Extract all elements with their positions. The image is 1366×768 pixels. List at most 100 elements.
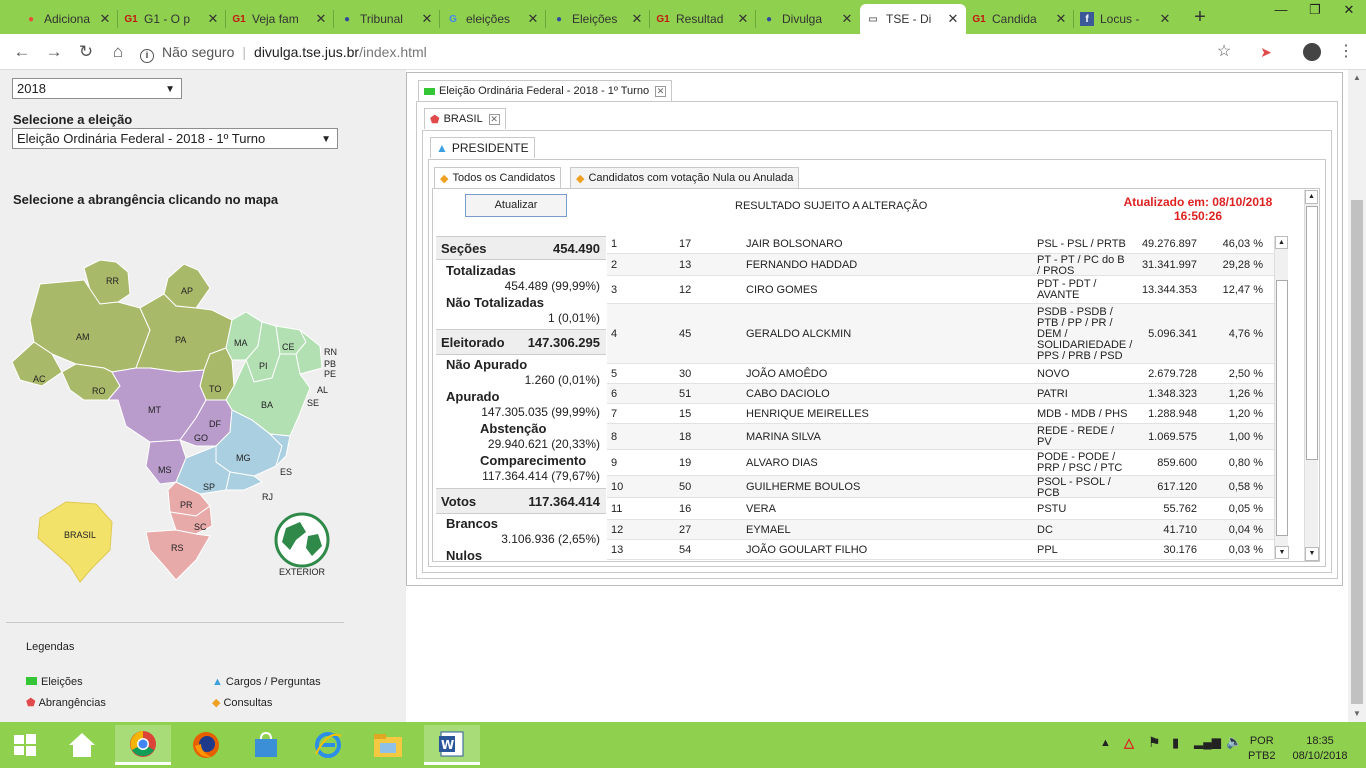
table-row[interactable]: 5 30 JOÃO AMOÊDO NOVO 2.679.728 2,50 % [607, 364, 1275, 384]
restore-button[interactable]: ❐ [1298, 0, 1332, 24]
state-label-mg[interactable]: MG [236, 453, 251, 463]
profile-avatar[interactable] [1303, 43, 1321, 61]
table-row[interactable]: 7 15 HENRIQUE MEIRELLES MDB - MDB / PHS 1.28… [607, 404, 1275, 424]
state-label-ma[interactable]: MA [234, 338, 248, 348]
close-icon[interactable]: ✕ [655, 85, 667, 97]
minimize-button[interactable]: — [1264, 0, 1298, 24]
state-label-ac[interactable]: AC [33, 374, 46, 384]
tab-region[interactable]: ⬟ BRASIL ✕ [424, 108, 506, 129]
browser-tab[interactable]: ▭ TSE - Di ✕ [860, 4, 966, 34]
state-label-es[interactable]: ES [280, 467, 292, 477]
table-row[interactable]: 1 17 JAIR BOLSONARO PSL - PSL / PRTB 49.276.… [607, 234, 1275, 254]
browser-tab[interactable]: G1 Veja fam ✕ [226, 4, 334, 34]
table-row[interactable]: 10 50 GUILHERME BOULOS PSOL - PSOL / PCB 617… [607, 476, 1275, 499]
table-row[interactable]: 9 19 ALVARO DIAS PODE - PODE / PRP / PSC / … [607, 450, 1275, 476]
map-region-rs[interactable] [145, 529, 211, 581]
state-label-rs[interactable]: RS [171, 543, 184, 553]
scroll-down-icon[interactable]: ▼ [1275, 546, 1289, 559]
state-label-ap[interactable]: AP [181, 286, 193, 296]
scroll-up-icon[interactable]: ▲ [1275, 236, 1288, 249]
results-scrollbar[interactable]: ▲ ▼ [1304, 190, 1319, 561]
state-label-al[interactable]: AL [317, 385, 328, 395]
close-icon[interactable]: ✕ [1054, 11, 1068, 27]
state-label-rn[interactable]: RN [324, 347, 337, 357]
close-icon[interactable]: ✕ [206, 11, 220, 27]
close-icon[interactable]: ✕ [98, 11, 112, 27]
state-label-sc[interactable]: SC [194, 522, 207, 532]
election-select[interactable]: Eleição Ordinária Federal - 2018 - 1º Tu… [12, 128, 338, 149]
close-icon[interactable]: ✕ [314, 11, 328, 27]
clock[interactable]: 18:35 08/10/2018 [1288, 734, 1352, 764]
state-label-ms[interactable]: MS [158, 465, 172, 475]
window-close-button[interactable]: ✕ [1332, 0, 1366, 24]
table-row[interactable]: 6 51 CABO DACIOLO PATRI 1.348.323 1,26 % [607, 384, 1275, 404]
scroll-thumb[interactable] [1276, 280, 1288, 536]
menu-icon[interactable]: ⋮ [1334, 40, 1358, 64]
firefox-icon[interactable] [180, 725, 232, 765]
state-label-df[interactable]: DF [209, 419, 221, 429]
map-region-brasil[interactable] [37, 501, 113, 583]
state-label-pr[interactable]: PR [180, 500, 193, 510]
word-icon[interactable]: W [424, 725, 480, 765]
state-label-se[interactable]: SE [307, 398, 319, 408]
store-icon[interactable] [240, 725, 292, 765]
tab-office[interactable]: ▲ PRESIDENTE [430, 137, 535, 158]
state-label-pa[interactable]: PA [175, 335, 186, 345]
chrome-icon[interactable] [115, 725, 171, 765]
close-icon[interactable]: ✕ [946, 11, 960, 27]
refresh-button[interactable]: Atualizar [465, 194, 567, 217]
state-label-pi[interactable]: PI [259, 361, 268, 371]
scroll-thumb[interactable] [1306, 206, 1318, 460]
forward-button[interactable]: → [42, 40, 66, 64]
globe-icon[interactable] [274, 512, 330, 568]
state-label-ce[interactable]: CE [282, 342, 295, 352]
keyboard-language[interactable]: POR PTB2 [1248, 734, 1276, 764]
tray-chevron-icon[interactable]: ▲ [1100, 737, 1111, 749]
back-button[interactable]: ← [10, 40, 34, 64]
browser-tab[interactable]: G1 Resultad ✕ [650, 4, 756, 34]
close-icon[interactable]: ✕ [526, 11, 540, 27]
state-label-mt[interactable]: MT [148, 405, 161, 415]
tab-null-candidates[interactable]: ◆ Candidatos com votação Nula ou Anulada [570, 167, 800, 188]
table-row[interactable]: 2 13 FERNANDO HADDAD PT - PT / PC do B / PR… [607, 254, 1275, 277]
new-tab-button[interactable]: + [1188, 6, 1212, 30]
battery-icon[interactable]: ▮ [1172, 735, 1179, 751]
state-label-sp[interactable]: SP [203, 482, 215, 492]
flag-icon[interactable]: ⚑ [1148, 734, 1161, 751]
state-label-rj[interactable]: RJ [262, 492, 273, 502]
windows-start-icon[interactable] [0, 725, 50, 765]
browser-tab[interactable]: ● Eleições ✕ [546, 4, 650, 34]
reload-button[interactable]: ↻ [74, 40, 98, 64]
close-icon[interactable]: ✕ [840, 11, 854, 27]
home-button[interactable]: ⌂ [106, 40, 130, 64]
state-label-rr[interactable]: RR [106, 276, 119, 286]
close-icon[interactable]: ✕ [1158, 11, 1172, 27]
state-label-am[interactable]: AM [76, 332, 90, 342]
table-row[interactable]: 8 18 MARINA SILVA REDE - REDE / PV 1.069.575… [607, 424, 1275, 450]
browser-tab[interactable]: ● Tribunal ✕ [334, 4, 440, 34]
page-scrollbar[interactable]: ▲ ▼ [1348, 70, 1366, 722]
volume-icon[interactable]: 🔈 [1226, 734, 1242, 750]
scroll-down-icon[interactable]: ▼ [1305, 547, 1319, 561]
bookmark-star-icon[interactable]: ☆ [1212, 40, 1236, 64]
tab-election[interactable]: Eleição Ordinária Federal - 2018 - 1º Tu… [418, 80, 673, 101]
state-label-go[interactable]: GO [194, 433, 208, 443]
home-icon[interactable] [56, 725, 108, 765]
browser-tab[interactable]: f Locus - ✕ [1074, 4, 1178, 34]
state-label-pe[interactable]: PE [324, 369, 336, 379]
state-label-to[interactable]: TO [209, 384, 221, 394]
antivirus-icon[interactable]: △ [1124, 735, 1134, 751]
close-icon[interactable]: ✕ [420, 11, 434, 27]
browser-tab[interactable]: G1 Candida ✕ [966, 4, 1074, 34]
table-row[interactable]: 3 12 CIRO GOMES PDT - PDT / AVANTE 13.344.35… [607, 276, 1275, 304]
scroll-down-icon[interactable]: ▼ [1348, 706, 1366, 722]
browser-tab[interactable]: ● Divulga ✕ [756, 4, 860, 34]
network-icon[interactable]: ▂▄▆ [1194, 735, 1221, 749]
scroll-up-icon[interactable]: ▲ [1348, 70, 1366, 86]
state-label-pb[interactable]: PB [324, 359, 336, 369]
browser-tab[interactable]: Geleições ✕ [440, 4, 546, 34]
table-row[interactable]: 12 27 EYMAEL DC 41.710 0,04 % [607, 520, 1275, 540]
table-scrollbar[interactable]: ▲ ▼ [1274, 236, 1289, 559]
state-label-ro[interactable]: RO [92, 386, 106, 396]
internet-explorer-icon[interactable] [302, 725, 354, 765]
